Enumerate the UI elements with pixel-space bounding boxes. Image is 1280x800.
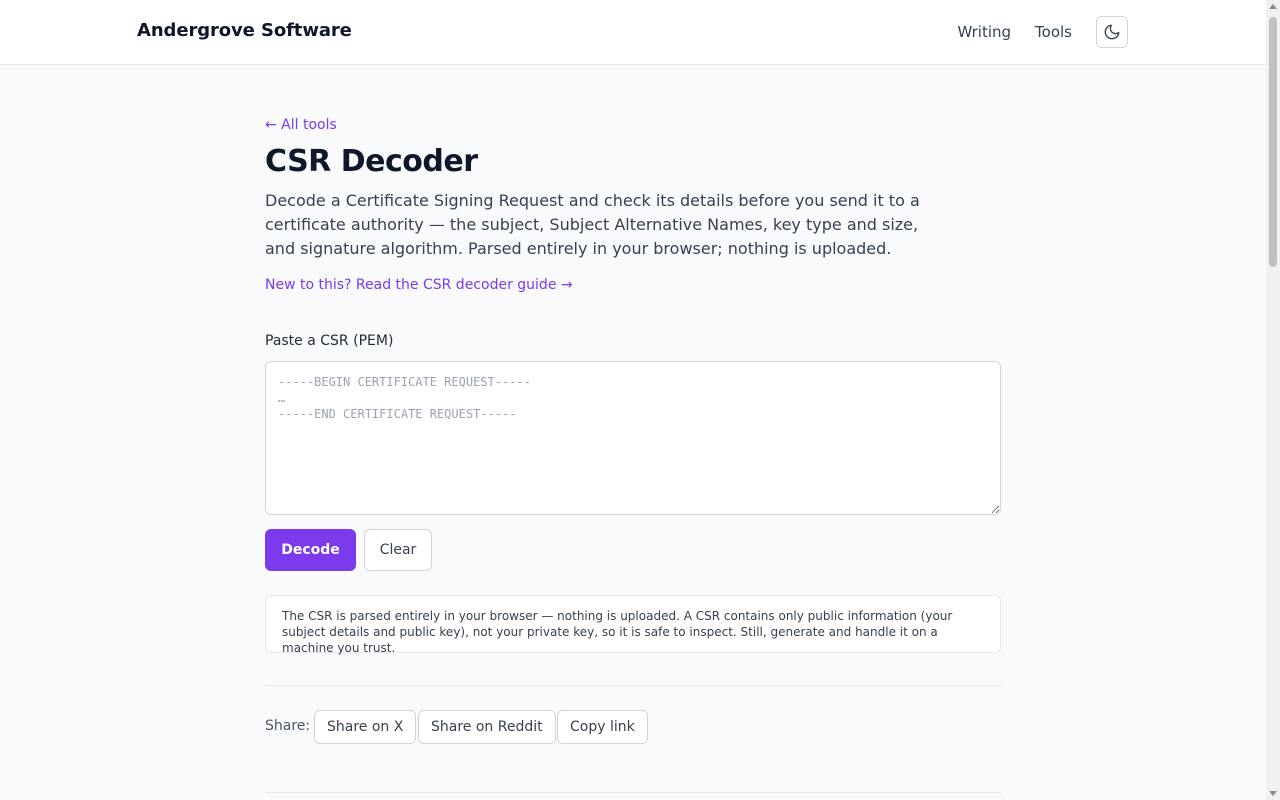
- all-tools-link[interactable]: ← All tools: [265, 117, 337, 133]
- moon-icon: [1104, 24, 1120, 40]
- brand-logo-text[interactable]: Andergrove Software: [137, 20, 352, 41]
- scrollbar-thumb[interactable]: [1269, 17, 1277, 267]
- scroll-down-icon[interactable]: [1269, 791, 1277, 796]
- decode-button[interactable]: Decode: [265, 529, 356, 571]
- page-intro: Decode a Certificate Signing Request and…: [265, 191, 920, 258]
- nav-item-writing[interactable]: Writing: [957, 23, 1011, 41]
- csr-guide-link[interactable]: New to this? Read the CSR decoder guide …: [265, 277, 573, 293]
- share-on-x-button[interactable]: Share on X: [314, 710, 417, 744]
- clear-button[interactable]: Clear: [364, 529, 432, 571]
- copy-link-button[interactable]: Copy link: [557, 710, 648, 744]
- csr-input-label: Paste a CSR (PEM): [265, 333, 394, 349]
- page-scrollbar[interactable]: [1266, 0, 1280, 800]
- scroll-up-icon[interactable]: [1269, 4, 1277, 9]
- privacy-notice: The CSR is parsed entirely in your brows…: [265, 595, 1001, 655]
- csr-input[interactable]: [265, 361, 1001, 515]
- nav-item-tools[interactable]: Tools: [1035, 23, 1072, 41]
- page-title: CSR Decoder: [265, 144, 478, 179]
- share-on-reddit-button[interactable]: Share on Reddit: [418, 710, 556, 744]
- share-label: Share:: [265, 718, 311, 734]
- divider: [265, 685, 1001, 686]
- main-nav: Writing Tools: [957, 16, 1128, 48]
- site-header: Andergrove Software Writing Tools: [0, 0, 1266, 65]
- theme-toggle-button[interactable]: [1096, 16, 1128, 48]
- divider: [265, 792, 1001, 793]
